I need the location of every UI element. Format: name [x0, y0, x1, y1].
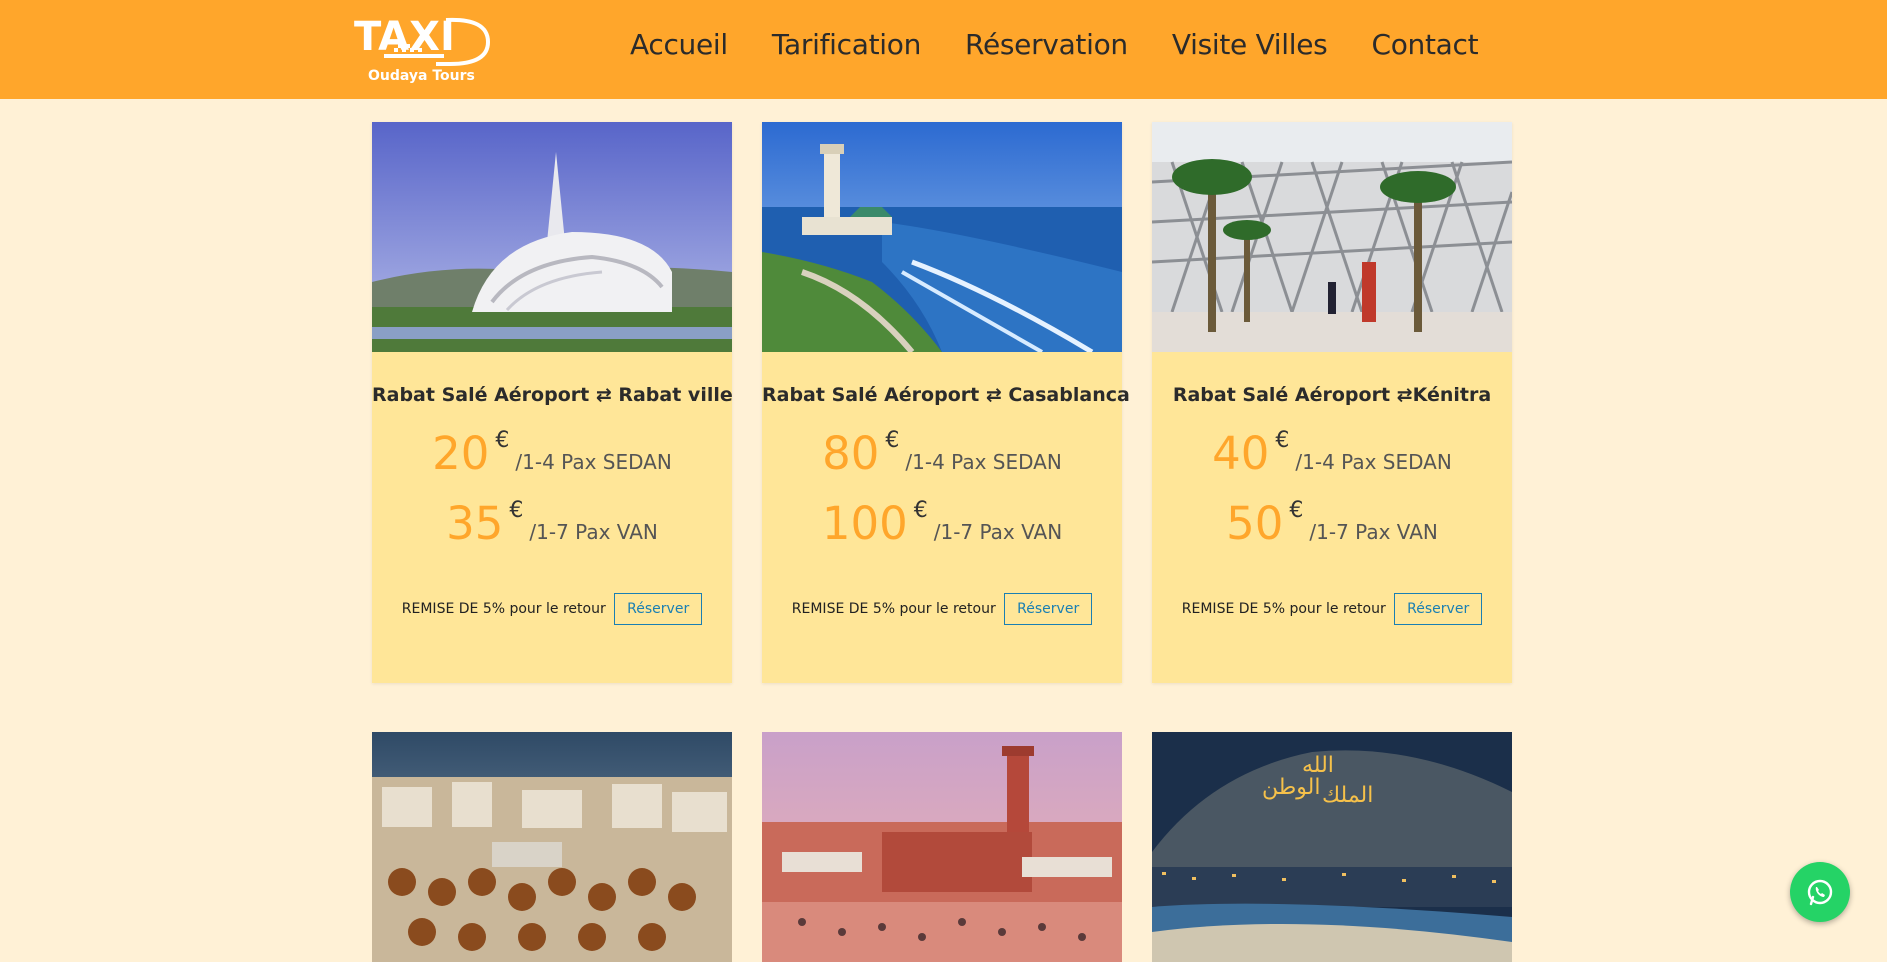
sedan-price-line: 40 €/1-4 Pax SEDAN: [1152, 427, 1512, 480]
van-price: 100: [821, 497, 908, 550]
sedan-price: 40: [1212, 427, 1270, 480]
currency-symbol: €: [509, 498, 524, 523]
hill-inscription-arabic: الملك: [1322, 783, 1373, 808]
van-unit: /1-7 Pax VAN: [1309, 520, 1438, 544]
rabat-theatre-photo: [372, 122, 732, 352]
nav-contact[interactable]: Contact: [1371, 28, 1478, 68]
sedan-unit: /1-4 Pax SEDAN: [905, 450, 1062, 474]
sedan-price: 20: [432, 427, 490, 480]
main-nav: Accueil Tarification Réservation Visite …: [630, 28, 1522, 68]
currency-symbol: €: [1275, 428, 1290, 453]
reserve-button[interactable]: Réserver: [614, 593, 703, 625]
nav-tarification[interactable]: Tarification: [772, 28, 921, 68]
marrakech-square-photo: [762, 732, 1122, 962]
whatsapp-button[interactable]: [1790, 862, 1850, 922]
nav-accueil[interactable]: Accueil: [630, 28, 728, 68]
nav-visite-villes[interactable]: Visite Villes: [1172, 28, 1328, 68]
casablanca-mosque-photo: [762, 122, 1122, 352]
whatsapp-icon: [1807, 879, 1833, 906]
return-discount: REMISE DE 5% pour le retour Réserver: [372, 593, 732, 625]
van-unit: /1-7 Pax VAN: [933, 520, 1063, 544]
van-price: 35: [446, 497, 504, 550]
reserve-button[interactable]: Réserver: [1394, 593, 1483, 625]
route-title: Rabat Salé Aéroport ⇄ Casablanca: [762, 384, 1130, 406]
sedan-price-line: 80 €/1-4 Pax SEDAN: [762, 427, 1122, 480]
pricing-card-casablanca: Rabat Salé Aéroport ⇄ Casablanca 80 €/1-4…: [762, 122, 1130, 683]
logo-text: TAXI: [354, 14, 455, 60]
route-title: Rabat Salé Aéroport ⇄ Rabat ville: [372, 384, 733, 406]
taxi-logo-mark: TAXI: [354, 14, 491, 66]
site-header: TAXI Oudaya Tours Accueil Tarification R…: [0, 0, 1887, 99]
currency-symbol: €: [495, 428, 510, 453]
van-price: 50: [1226, 497, 1284, 550]
sedan-price-line: 20 €/1-4 Pax SEDAN: [372, 427, 732, 480]
kenitra-station-photo: [1152, 122, 1512, 352]
pricing-card-rabat: Rabat Salé Aéroport ⇄ Rabat ville 20 €/1-…: [372, 122, 733, 683]
fes-tanneries-photo: [372, 732, 732, 962]
currency-symbol: €: [1289, 498, 1304, 523]
promo-text: REMISE DE 5% pour le retour: [1181, 601, 1386, 617]
van-price-line: 35 €/1-7 Pax VAN: [372, 497, 732, 550]
taxi-logo[interactable]: TAXI Oudaya Tours: [354, 14, 494, 88]
logo-subtitle: Oudaya Tours: [368, 68, 475, 84]
promo-text: REMISE DE 5% pour le retour: [401, 601, 606, 617]
van-unit: /1-7 Pax VAN: [529, 520, 658, 544]
hill-inscription-arabic: الوطن: [1262, 775, 1320, 800]
sedan-unit: /1-4 Pax SEDAN: [515, 450, 672, 474]
nav-reservation[interactable]: Réservation: [965, 28, 1128, 68]
currency-symbol: €: [885, 428, 900, 453]
reserve-button[interactable]: Réserver: [1004, 593, 1093, 625]
promo-text: REMISE DE 5% pour le retour: [791, 601, 996, 617]
route-title: Rabat Salé Aéroport ⇄Kénitra: [1172, 384, 1492, 406]
pricing-card-kenitra: Rabat Salé Aéroport ⇄Kénitra 40 €/1-4 Pax…: [1152, 122, 1512, 683]
van-price-line: 50 €/1-7 Pax VAN: [1152, 497, 1512, 550]
agadir-night-photo: الله الملك الوطن: [1152, 732, 1512, 962]
return-discount: REMISE DE 5% pour le retour Réserver: [762, 593, 1122, 625]
van-price-line: 100 €/1-7 Pax VAN: [762, 497, 1122, 550]
return-discount: REMISE DE 5% pour le retour Réserver: [1152, 593, 1512, 625]
sedan-unit: /1-4 Pax SEDAN: [1295, 450, 1452, 474]
sedan-price: 80: [822, 427, 880, 480]
currency-symbol: €: [913, 498, 928, 523]
